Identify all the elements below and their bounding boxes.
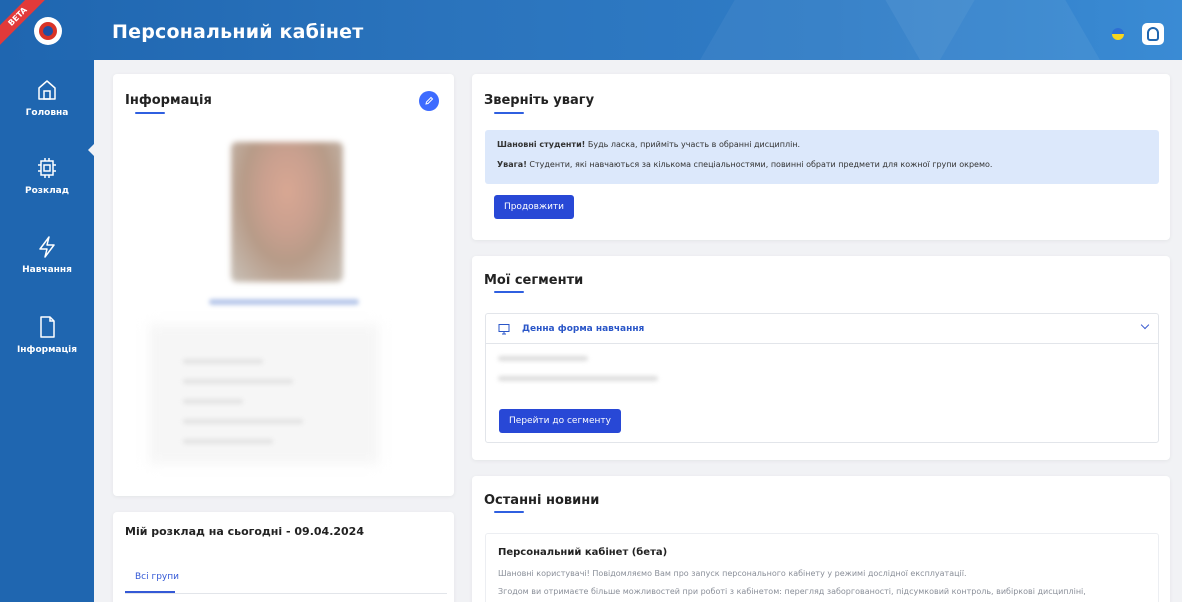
presentation-icon bbox=[498, 324, 510, 335]
go-to-segment-button[interactable]: Перейти до сегменту bbox=[499, 409, 621, 433]
ukraine-flag-icon[interactable] bbox=[1112, 28, 1124, 40]
segment-header[interactable]: Денна форма навчання bbox=[486, 314, 1158, 344]
title-underline bbox=[494, 511, 524, 513]
logo[interactable] bbox=[34, 17, 62, 45]
sidebar-item-label: Інформація bbox=[16, 345, 78, 355]
sidebar-item-home[interactable]: Головна bbox=[0, 78, 94, 118]
sidebar-item-information[interactable]: Інформація bbox=[0, 315, 94, 355]
sidebar-item-learning[interactable]: Навчання bbox=[0, 235, 94, 275]
segment-title: Денна форма навчання bbox=[522, 324, 645, 334]
document-icon bbox=[40, 316, 55, 338]
news-card: Останні новини Персональний кабінет (бет… bbox=[472, 476, 1170, 602]
sidebar-item-label: Головна bbox=[25, 108, 69, 118]
tab-divider bbox=[125, 593, 447, 594]
notice-text: Будь ласка, прийміть участь в обранні ди… bbox=[585, 140, 801, 149]
chip-icon bbox=[38, 158, 56, 178]
news-item[interactable]: Персональний кабінет (бета) Шановні кори… bbox=[485, 533, 1159, 602]
tab-all-groups[interactable]: Всі групи bbox=[135, 572, 179, 582]
lightning-icon bbox=[39, 236, 55, 258]
notice-bold: Шановні студенти! bbox=[497, 140, 586, 149]
profile-photo bbox=[231, 142, 343, 282]
blurred-line bbox=[183, 439, 273, 444]
user-avatar-icon[interactable] bbox=[1142, 23, 1164, 45]
notice-text: Студенти, які навчаються за кількома спе… bbox=[526, 160, 993, 169]
schedule-card: Мій розклад на сьогодні - 09.04.2024 Всі… bbox=[113, 512, 454, 602]
news-item-text: Шановні користувачі! Повідомляємо Вам пр… bbox=[498, 569, 967, 578]
notice-line-2: Увага! Студенти, які навчаються за кільк… bbox=[497, 160, 992, 169]
title-underline bbox=[135, 112, 165, 114]
edit-button[interactable] bbox=[419, 91, 439, 111]
info-card: Інформація bbox=[113, 74, 454, 496]
blurred-line bbox=[183, 419, 303, 424]
news-title: Останні новини bbox=[484, 493, 600, 508]
blurred-email-link bbox=[209, 299, 359, 305]
sidebar-item-label: Розклад bbox=[24, 186, 70, 196]
sidebar: Головна Розклад Навчання Інформація bbox=[0, 60, 94, 602]
segments-title: Мої сегменти bbox=[484, 273, 584, 288]
sidebar-item-label: Навчання bbox=[22, 265, 72, 275]
sidebar-item-schedule[interactable]: Розклад bbox=[0, 156, 94, 196]
blurred-line bbox=[183, 399, 243, 404]
info-card-title: Інформація bbox=[125, 93, 212, 108]
notice-line-1: Шановні студенти! Будь ласка, прийміть у… bbox=[497, 140, 800, 149]
page-title: Персональний кабінет bbox=[112, 21, 364, 43]
chevron-down-icon[interactable] bbox=[1140, 320, 1150, 330]
title-underline bbox=[494, 112, 524, 114]
active-indicator bbox=[88, 144, 94, 156]
notice-box: Шановні студенти! Будь ласка, прийміть у… bbox=[485, 130, 1159, 184]
attention-title: Зверніть увагу bbox=[484, 93, 595, 108]
home-icon bbox=[38, 80, 56, 100]
pencil-icon bbox=[425, 96, 434, 105]
news-item-text: Згодом ви отримаєте більше можливостей п… bbox=[498, 587, 1086, 596]
blurred-line bbox=[498, 376, 658, 381]
top-header: BETA Персональний кабінет bbox=[0, 0, 1182, 60]
blurred-line bbox=[498, 356, 588, 361]
continue-button[interactable]: Продовжити bbox=[494, 195, 574, 219]
notice-bold: Увага! bbox=[497, 160, 527, 169]
segment-panel: Денна форма навчання Перейти до сегменту bbox=[485, 313, 1159, 443]
attention-card: Зверніть увагу Шановні студенти! Будь ла… bbox=[472, 74, 1170, 240]
blurred-line bbox=[183, 359, 263, 364]
segments-card: Мої сегменти Денна форма навчання Перейт… bbox=[472, 256, 1170, 460]
schedule-title: Мій розклад на сьогодні - 09.04.2024 bbox=[125, 525, 364, 538]
news-item-title: Персональний кабінет (бета) bbox=[498, 547, 668, 558]
title-underline bbox=[494, 291, 524, 293]
blurred-line bbox=[183, 379, 293, 384]
